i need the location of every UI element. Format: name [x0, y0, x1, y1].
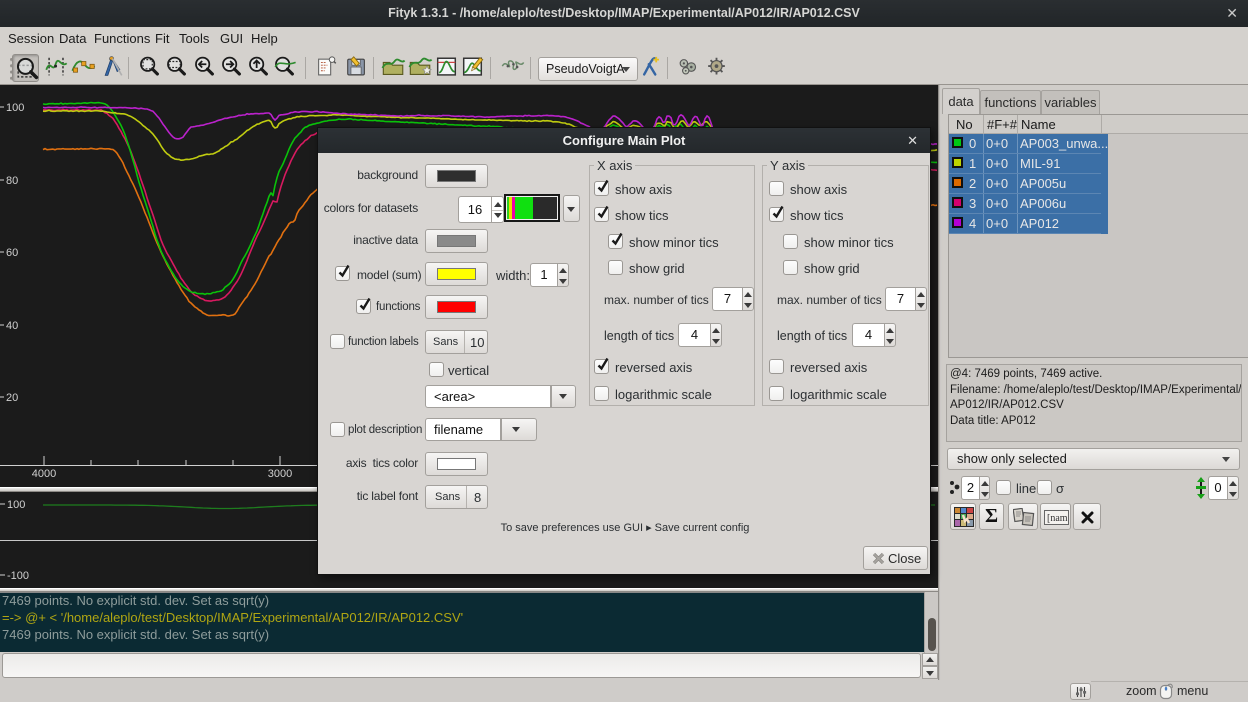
svg-text:100: 100	[6, 102, 24, 114]
svg-text:20: 20	[6, 392, 18, 404]
svg-text:4000: 4000	[32, 468, 56, 480]
svg-text:80: 80	[6, 175, 18, 187]
svg-text:-100: -100	[7, 570, 29, 582]
svg-text:100: 100	[7, 499, 25, 511]
svg-text:60: 60	[6, 247, 18, 259]
svg-text:40: 40	[6, 320, 18, 332]
svg-text:[nam: [nam	[1047, 513, 1068, 524]
svg-text:3000: 3000	[268, 468, 292, 480]
